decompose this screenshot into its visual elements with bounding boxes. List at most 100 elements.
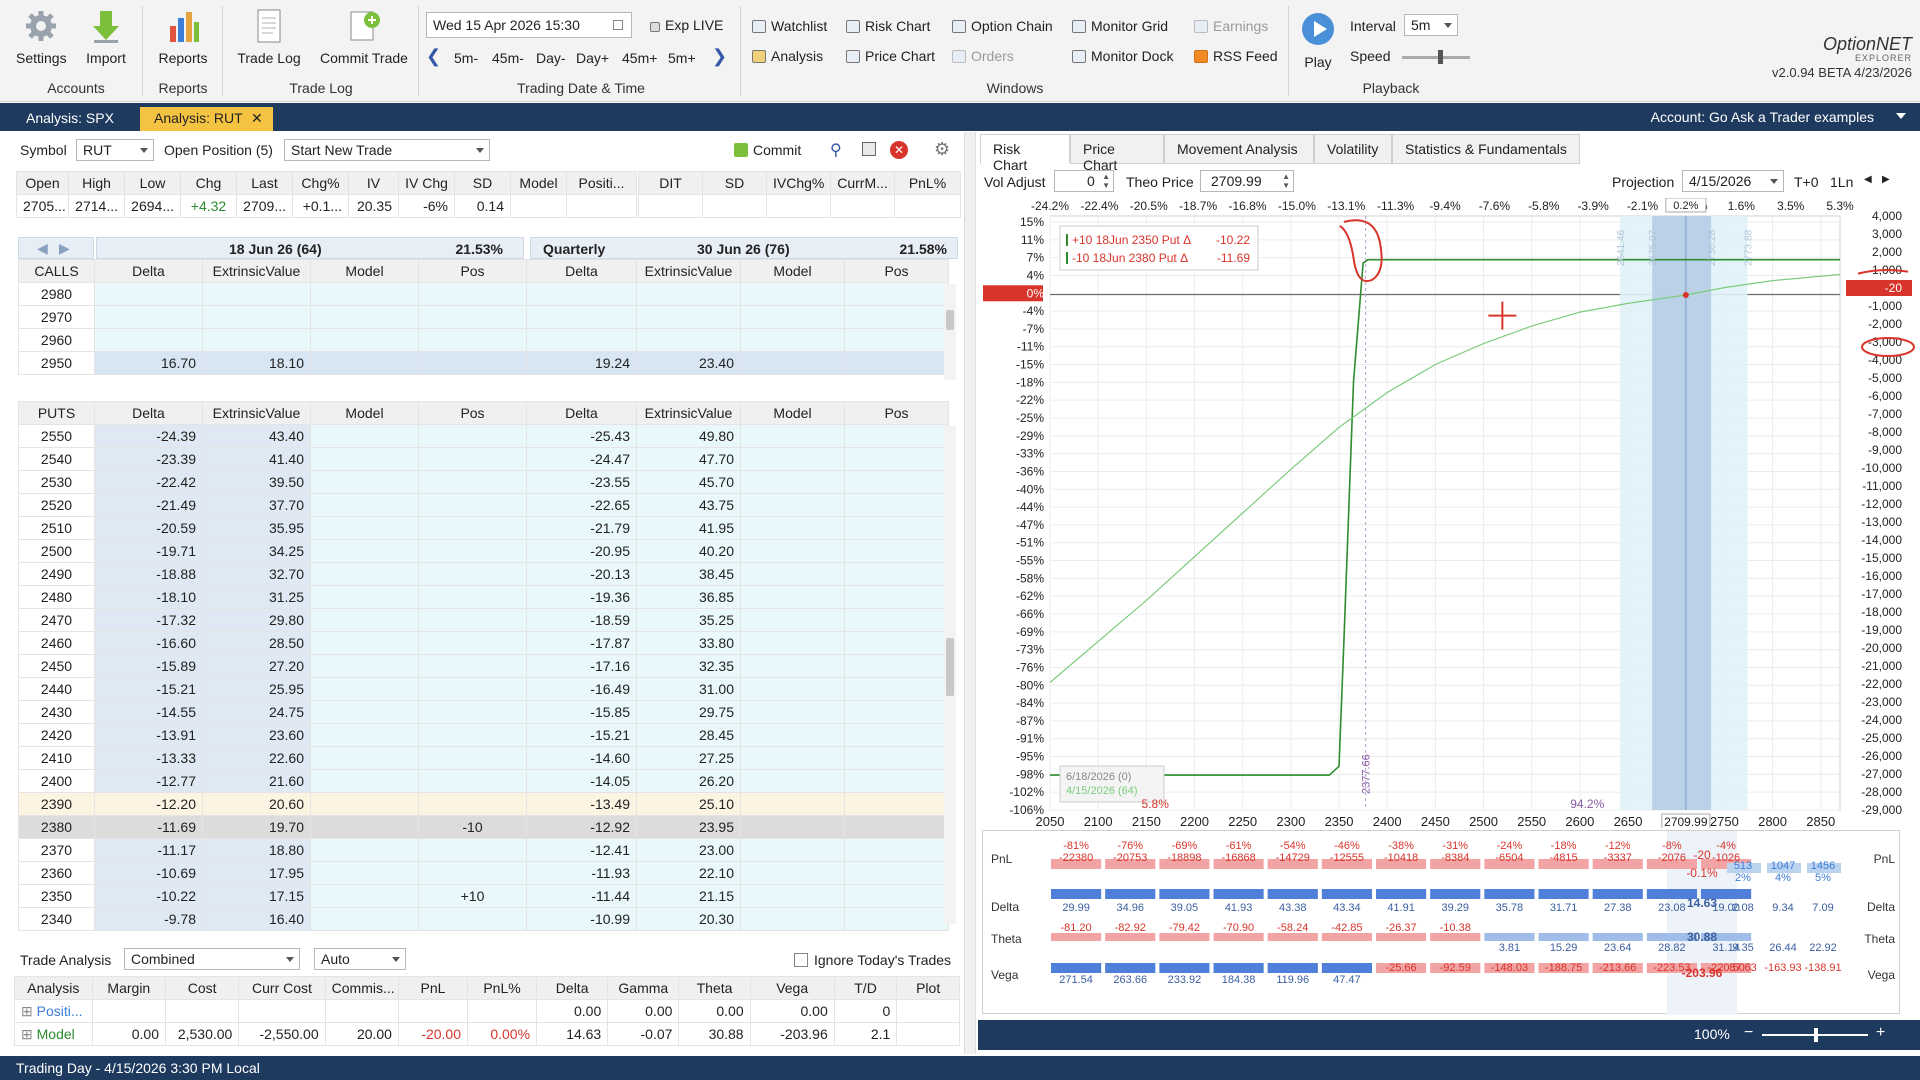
orders-button[interactable]: Orders xyxy=(952,48,1014,64)
step-5m-back[interactable]: 5m- xyxy=(454,50,478,66)
ta-col-header[interactable]: Curr Cost xyxy=(238,976,326,1000)
chain-row[interactable]: 2350 -10.22 17.15 +10 -11.44 21.15 xyxy=(18,884,1051,908)
chain-col-header[interactable]: ExtrinsicValue xyxy=(202,259,311,283)
chain-row[interactable]: 2970 xyxy=(18,305,1051,329)
chain-cell[interactable] xyxy=(418,654,527,678)
ta-col-header[interactable]: T/D xyxy=(833,976,898,1000)
chain-cell[interactable] xyxy=(844,328,949,352)
quote-col-header[interactable]: Positi... xyxy=(566,171,637,195)
chain-row[interactable]: 2520 -21.49 37.70 -22.65 43.75 xyxy=(18,493,1051,517)
ta-row-name[interactable]: ⊞ Model xyxy=(14,1022,93,1046)
chain-cell[interactable] xyxy=(844,539,949,563)
step-day-back[interactable]: Day- xyxy=(536,50,566,66)
stats-col-header[interactable]: DIT xyxy=(638,171,703,195)
chain-cell[interactable] xyxy=(418,608,527,632)
chevron-left-icon[interactable]: ◀ xyxy=(1864,174,1872,185)
ta-row-name[interactable]: ⊞ Positi... xyxy=(14,999,93,1023)
quote-col-header[interactable]: Low xyxy=(124,171,181,195)
tab-analysis-rut[interactable]: Analysis: RUT ✕ xyxy=(140,107,273,131)
projection-date-select[interactable]: 4/15/2026 xyxy=(1682,170,1784,192)
chain-cell[interactable] xyxy=(844,907,949,931)
step-45m-back[interactable]: 45m- xyxy=(492,50,524,66)
commit-button[interactable]: Commit xyxy=(734,142,801,158)
ta-col-header[interactable]: Commis... xyxy=(324,976,399,1000)
interval-select[interactable]: 5m xyxy=(1404,14,1458,36)
chain-col-header[interactable]: Model xyxy=(310,259,419,283)
chain-cell[interactable] xyxy=(844,585,949,609)
chain-row[interactable]: 2540 -23.39 41.40 -24.47 47.70 xyxy=(18,447,1051,471)
chain-row[interactable]: 2380 -11.69 19.70 -10 -12.92 23.95 xyxy=(18,815,1051,839)
chain-cell[interactable] xyxy=(418,447,527,471)
price-chart-button[interactable]: Price Chart xyxy=(846,48,935,64)
risk-chart[interactable]: 2050 2100 2150 2200 2250 2300 2350 2400 2450 2500… xyxy=(980,197,1920,831)
spinner-icon[interactable]: ▲ ▼ xyxy=(1102,172,1110,190)
settings-button[interactable]: Settings xyxy=(16,8,67,66)
chain-cell[interactable] xyxy=(844,516,949,540)
chain-row[interactable]: 2980 xyxy=(18,282,1051,306)
chain-cell[interactable] xyxy=(418,562,527,586)
chain-row[interactable]: 2420 -13.91 23.60 -15.21 28.45 xyxy=(18,723,1051,747)
chain-row[interactable]: 2530 -22.42 39.50 -23.55 45.70 xyxy=(18,470,1051,494)
exp-live-toggle[interactable]: Exp LIVE xyxy=(650,17,723,33)
ta-col-header[interactable]: Gamma xyxy=(607,976,680,1000)
tab-analysis-spx[interactable]: Analysis: SPX xyxy=(12,107,124,131)
chain-row[interactable]: 2960 xyxy=(18,328,1051,352)
speed-slider[interactable] xyxy=(1402,56,1470,59)
chain-cell[interactable] xyxy=(844,861,949,885)
zoom-out-icon[interactable]: − xyxy=(1744,1024,1753,1042)
ta-col-header[interactable]: Analysis xyxy=(14,976,93,1000)
chain-cell[interactable] xyxy=(844,792,949,816)
stats-col-header[interactable]: SD xyxy=(702,171,767,195)
play-button[interactable]: Play xyxy=(1296,12,1340,70)
reports-button[interactable]: Reports xyxy=(152,8,214,66)
scrollbar-thumb[interactable] xyxy=(946,310,954,330)
chain-col-header[interactable]: Delta xyxy=(526,259,637,283)
ta-col-header[interactable]: Delta xyxy=(536,976,609,1000)
ta-row[interactable]: ⊞ Positi... 0.00 0.00 0.00 0.00 0 xyxy=(14,999,960,1023)
chain-cell[interactable] xyxy=(418,723,527,747)
monitor-dock-button[interactable]: Monitor Dock xyxy=(1072,48,1173,64)
chain-col-header[interactable]: Pos xyxy=(418,401,527,425)
zoom-in-icon[interactable]: + xyxy=(1876,1024,1885,1042)
chain-cell[interactable] xyxy=(844,447,949,471)
chain-cell[interactable] xyxy=(418,861,527,885)
chain-cell[interactable] xyxy=(844,282,949,306)
rss-feed-button[interactable]: RSS Feed xyxy=(1194,48,1278,64)
step-forward-icon[interactable]: ❯ xyxy=(712,46,727,67)
chain-cell[interactable] xyxy=(844,838,949,862)
chain-cell[interactable] xyxy=(844,493,949,517)
settings-gear-icon[interactable]: ⚙ xyxy=(934,139,950,160)
step-back-icon[interactable]: ❮ xyxy=(426,46,441,67)
chain-col-header[interactable]: Model xyxy=(740,401,845,425)
chain-cell[interactable] xyxy=(844,470,949,494)
zoom-slider-thumb[interactable] xyxy=(1814,1028,1818,1042)
step-day-forward[interactable]: Day+ xyxy=(576,50,609,66)
chain-cell[interactable] xyxy=(418,838,527,862)
quote-col-header[interactable]: IV Chg xyxy=(398,171,455,195)
chain-cell[interactable] xyxy=(844,305,949,329)
chain-row[interactable]: 2480 -18.10 31.25 -19.36 36.85 xyxy=(18,585,1051,609)
chain-row[interactable]: 2430 -14.55 24.75 -15.85 29.75 xyxy=(18,700,1051,724)
chain-cell[interactable] xyxy=(844,769,949,793)
chain-cell[interactable] xyxy=(844,677,949,701)
chain-cell[interactable] xyxy=(844,351,949,375)
quote-col-header[interactable]: IV xyxy=(348,171,399,195)
chain-cell[interactable] xyxy=(844,631,949,655)
chain-row[interactable]: 2360 -10.69 17.95 -11.93 22.10 xyxy=(18,861,1051,885)
chain-row[interactable]: 2460 -16.60 28.50 -17.87 33.80 xyxy=(18,631,1051,655)
vol-adjust-input[interactable]: 0 ▲ ▼ xyxy=(1054,170,1114,192)
table-icon[interactable] xyxy=(862,142,876,156)
chain-cell[interactable] xyxy=(418,585,527,609)
chain-cell[interactable] xyxy=(844,815,949,839)
tab-price-chart[interactable]: Price Chart xyxy=(1070,134,1164,173)
close-icon[interactable]: ✕ xyxy=(251,110,263,127)
chain-row[interactable]: 2550 -24.39 43.40 -25.43 49.80 xyxy=(18,424,1051,448)
chain-row[interactable]: 2490 -18.88 32.70 -20.13 38.45 xyxy=(18,562,1051,586)
chain-cell[interactable] xyxy=(844,723,949,747)
watchlist-button[interactable]: Watchlist xyxy=(752,18,827,34)
chain-cell[interactable] xyxy=(844,700,949,724)
step-5m-forward[interactable]: 5m+ xyxy=(668,50,696,66)
tab-volatility[interactable]: Volatility xyxy=(1314,134,1392,164)
chain-cell[interactable] xyxy=(844,424,949,448)
analysis-button[interactable]: Analysis xyxy=(752,48,823,64)
